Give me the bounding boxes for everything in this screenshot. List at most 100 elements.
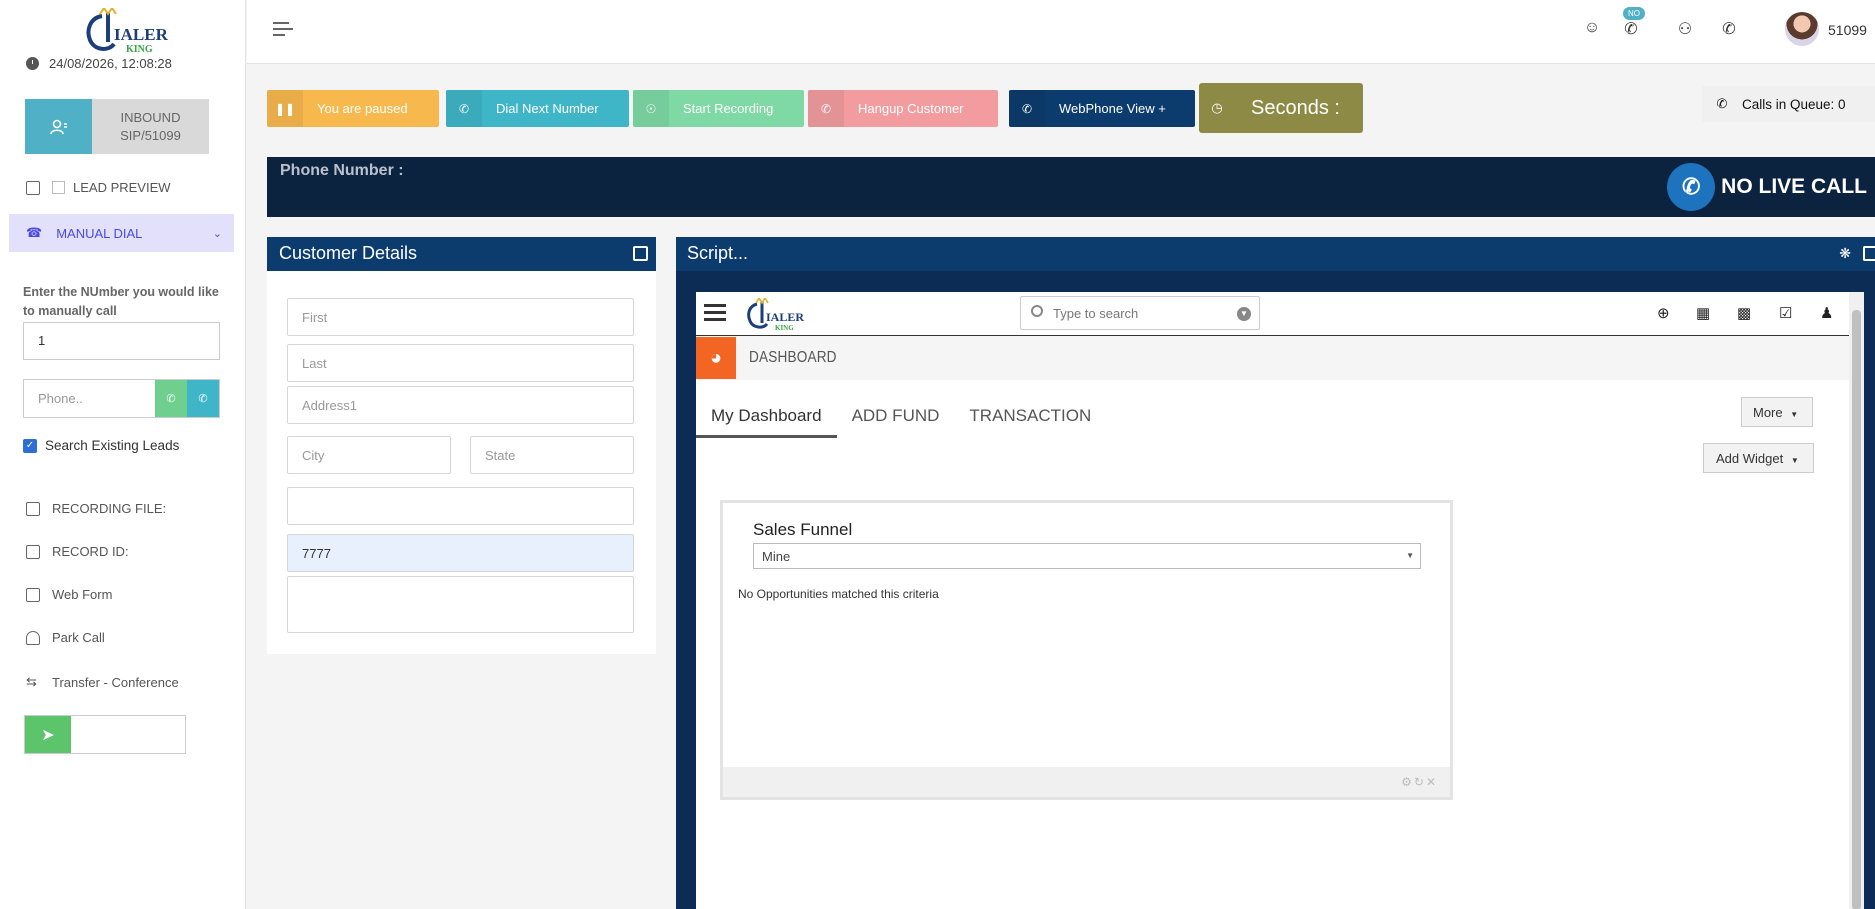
web-form-label: Web Form <box>52 587 113 602</box>
dial-phone-button[interactable]: ✆ <box>155 380 187 417</box>
edit-icon[interactable] <box>633 246 648 261</box>
seconds-label: Seconds : <box>1251 96 1340 119</box>
chevron-down-icon: ⌄ <box>212 227 222 240</box>
start-recording-button[interactable]: ☉ Start Recording <box>633 90 804 127</box>
user-id: 51099 <box>1828 22 1867 38</box>
hangup-button[interactable]: ✆ Hangup Customer <box>808 90 998 127</box>
lead-preview-checkbox[interactable] <box>52 181 65 194</box>
caret-down-icon: ▼ <box>1406 551 1414 560</box>
checkbox-checked-icon[interactable]: ✓ <box>23 438 37 453</box>
calendar-icon[interactable]: ▦ <box>1696 304 1710 322</box>
city-field[interactable]: City <box>287 436 451 474</box>
paused-button[interactable]: ❚❚ You are paused <box>267 90 439 127</box>
menu-toggle-icon[interactable] <box>273 22 293 40</box>
widget-empty-message: No Opportunities matched this criteria <box>738 587 939 601</box>
plus-circle-icon[interactable]: ⊕ <box>1657 304 1670 322</box>
scrollbar[interactable] <box>1849 292 1864 909</box>
timer-icon: ◷ <box>1211 100 1223 115</box>
dashboard-label: DASHBOARD <box>749 349 837 366</box>
phone-search-group: Phone.. ✆ ✆ <box>23 379 220 418</box>
transfer-conference-link[interactable]: ⇆ Transfer - Conference <box>26 674 179 690</box>
more-label: More <box>1753 405 1783 420</box>
webphone-button[interactable]: ✆ WebPhone View + <box>1009 90 1195 127</box>
user-icon[interactable]: ♟ <box>1820 304 1833 322</box>
crm-search-placeholder: Type to search <box>1053 306 1139 321</box>
add-widget-button[interactable]: Add Widget ▼ <box>1703 443 1814 473</box>
state-field[interactable]: State <box>470 436 634 474</box>
search-phone-button[interactable]: ✆ <box>187 380 219 417</box>
widget-filter-select[interactable]: Mine ▼ <box>753 543 1421 569</box>
svg-text:IALER: IALER <box>766 310 804 324</box>
edit-icon[interactable] <box>1863 246 1875 261</box>
send-group: ➤ <box>24 715 186 754</box>
manual-dial-label: MANUAL DIAL <box>56 225 143 241</box>
dashboard-title-row: ◕ DASHBOARD <box>696 336 1849 380</box>
sidebar: IALER KING 24/08/2026, 12:08:28 INBOUND … <box>0 0 246 909</box>
dashboard-tabs: My Dashboard ADD FUND TRANSACTION <box>696 394 1106 438</box>
phone-field[interactable]: 7777 <box>287 534 634 572</box>
inbound-status[interactable]: INBOUND SIP/51099 <box>25 99 209 154</box>
no-call-icon: ✆ <box>1667 163 1716 211</box>
live-call-status: ✆ NO LIVE CALL <box>1667 163 1867 211</box>
recording-file-icon <box>26 501 40 516</box>
record-id-icon <box>26 544 40 559</box>
phone-input[interactable]: Phone.. <box>24 380 155 417</box>
scrollbar-thumb[interactable] <box>1852 310 1861 909</box>
phone-log-icon[interactable]: ✆ <box>1718 19 1740 41</box>
crm-logo: IALER KING <box>747 298 804 332</box>
inbound-text: INBOUND SIP/51099 <box>92 99 209 154</box>
park-call-link[interactable]: Park Call <box>26 630 105 645</box>
transfer-icon: ⇆ <box>26 674 37 689</box>
hangup-icon: ✆ <box>808 90 844 127</box>
manual-number-input[interactable]: 1 <box>23 322 220 360</box>
web-form-link[interactable]: Web Form <box>26 587 112 602</box>
inbound-sip: SIP/51099 <box>120 127 181 143</box>
webphone-icon: ✆ <box>1009 90 1045 127</box>
inbound-label: INBOUND <box>120 109 181 125</box>
top-header: ☺ ✆ NO ⚇ ✆ 51099 <box>247 0 1875 64</box>
more-button[interactable]: More ▼ <box>1741 397 1813 427</box>
avatar[interactable] <box>1785 12 1819 46</box>
recording-file: RECORDING FILE: <box>26 501 166 516</box>
widget-filter-value: Mine <box>762 549 791 564</box>
park-call-label: Park Call <box>52 630 105 645</box>
chart-icon[interactable]: ▩ <box>1737 304 1751 322</box>
calls-in-queue-label: Calls in Queue: 0 <box>1742 96 1846 112</box>
phone-number-bar: Phone Number : ✆ NO LIVE CALL <box>267 157 1875 217</box>
group-icon[interactable]: ⚇ <box>1674 19 1696 41</box>
caret-down-icon: ▼ <box>1790 456 1799 465</box>
crm-menu-icon[interactable] <box>704 304 726 325</box>
send-button[interactable]: ➤ <box>25 716 71 753</box>
users-icon <box>25 99 92 154</box>
phone-icon: ☎ <box>26 225 43 240</box>
empty-field[interactable] <box>287 487 634 525</box>
chevron-down-icon[interactable]: ▼ <box>1237 307 1251 321</box>
crm-search-input[interactable]: Type to search ▼ <box>1020 296 1260 330</box>
clock-icon <box>26 57 39 70</box>
checkbox-icon[interactable]: ☑ <box>1779 304 1792 322</box>
crm-navbar: IALER KING Type to search ▼ ⊕ ▦ ▩ ☑ ♟ <box>696 292 1849 336</box>
widget-tools-icon[interactable]: ⚙↻✕ <box>1401 775 1438 789</box>
manual-dial-menu[interactable]: ☎ MANUAL DIAL ⌄ <box>9 214 234 252</box>
dial-next-label: Dial Next Number <box>496 101 599 116</box>
address-field[interactable]: Address1 <box>287 386 634 424</box>
transfer-label: Transfer - Conference <box>52 674 179 690</box>
paused-label: You are paused <box>317 101 408 116</box>
lead-preview[interactable]: LEAD PREVIEW <box>26 180 171 195</box>
tab-add-fund[interactable]: ADD FUND <box>837 394 955 438</box>
last-name-field[interactable]: Last <box>287 344 634 382</box>
call-status-icon[interactable]: ✆ <box>1620 19 1642 41</box>
comments-textarea[interactable] <box>287 576 634 633</box>
tab-my-dashboard[interactable]: My Dashboard <box>696 394 837 438</box>
search-existing-leads[interactable]: ✓ Search Existing Leads <box>23 438 179 453</box>
customer-details-panel: Customer Details First Last Address1 Cit… <box>267 237 656 654</box>
lead-preview-label: LEAD PREVIEW <box>73 180 171 195</box>
customer-details-header: Customer Details <box>267 237 656 271</box>
first-name-field[interactable]: First <box>287 298 634 336</box>
manual-dial-instructions: Enter the NUmber you would like to manua… <box>23 285 219 318</box>
embedded-crm-frame: IALER KING Type to search ▼ ⊕ ▦ ▩ ☑ ♟ ◕ … <box>696 292 1864 909</box>
tab-transaction[interactable]: TRANSACTION <box>954 394 1106 438</box>
phone-icon: ✆ <box>1716 96 1728 111</box>
dial-next-button[interactable]: ✆ Dial Next Number <box>446 90 629 127</box>
user-icon[interactable]: ☺ <box>1581 19 1603 41</box>
